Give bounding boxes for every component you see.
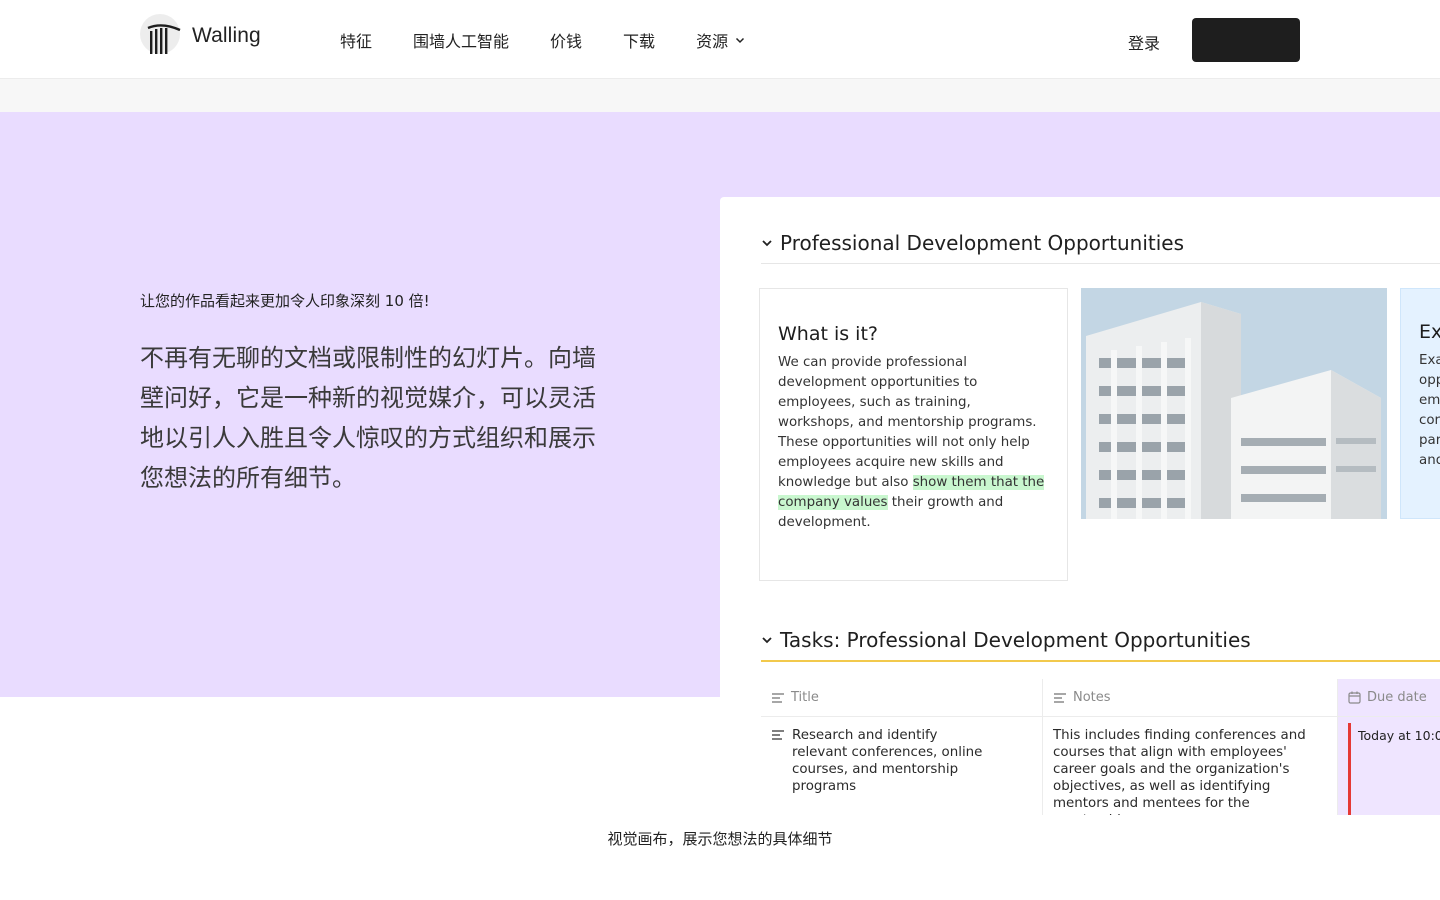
text-card[interactable]: What is it? We can provide professional … [759,288,1068,581]
column-label: Due date [1367,690,1427,705]
login-link[interactable]: 登录 [1128,30,1160,54]
text-lines-icon [771,729,785,815]
walling-logo-icon [140,14,184,58]
column-header-due-date[interactable]: Due date [1338,679,1440,716]
canvas-caption: 视觉画布，展示您想法的具体细节 [607,830,833,848]
section-divider [761,660,1440,662]
card-heading: Ex [1419,321,1440,343]
card-body: We can provide professional development … [778,353,1049,533]
column-header-notes[interactable]: Notes [1043,679,1338,716]
column-header-title[interactable]: Title [761,679,1043,716]
cell-due-date[interactable]: Today at 10:00 [1338,717,1440,815]
nav-item-features[interactable]: 特征 [340,28,372,52]
nav-label: 下载 [623,32,656,51]
nav-item-pricing[interactable]: 价钱 [550,28,582,52]
column-label: Notes [1073,690,1111,705]
table-row[interactable]: Research and identify relevant conferenc… [761,717,1440,815]
nav-item-resources[interactable]: 资源 [696,28,746,52]
nav-label: 价钱 [550,32,583,51]
due-flag [1348,723,1351,815]
nav-label: 特征 [340,32,373,51]
hero-description: 不再有无聊的文档或限制性的幻灯片。向墙壁问好，它是一种新的视觉媒介，可以灵活地以… [140,344,596,492]
cell-text: Research and identify relevant conferenc… [792,728,983,794]
logo-text: Walling [192,24,261,47]
main-nav: 特征 围墙人工智能 价钱 下载 资源 [340,28,787,52]
chevron-down-icon[interactable] [760,236,774,250]
section-divider [761,263,1440,264]
column-label: Title [791,690,819,705]
site-header: Walling 特征 围墙人工智能 价钱 下载 资源 登录 [0,0,1440,79]
text-lines-icon [771,692,785,704]
section-header[interactable]: Tasks: Professional Development Opportun… [760,628,1251,652]
card-heading: What is it? [778,323,878,345]
section-title: Tasks: Professional Development Opportun… [780,628,1251,652]
chevron-down-icon [734,34,746,46]
nav-label: 资源 [696,32,729,51]
wall-canvas-preview: Professional Development Opportunities W… [720,197,1440,815]
table-header: Title Notes Due date [761,679,1440,717]
signup-button[interactable] [1192,18,1300,62]
card-body-line: opp [1419,373,1440,388]
nav-item-download[interactable]: 下载 [623,28,655,52]
task-table: Title Notes Due date Research and identi… [761,679,1440,815]
card-body-line: cor [1419,413,1440,428]
building-photo [1081,288,1387,519]
section-header[interactable]: Professional Development Opportunities [760,231,1184,255]
card-body-line: Exa [1419,353,1440,368]
hero-tagline: 让您的作品看起来更加令人印象深刻 10 倍! [140,292,430,310]
section-title: Professional Development Opportunities [780,231,1185,255]
due-date-value: Today at 10:00 [1348,723,1440,815]
cell-title[interactable]: Research and identify relevant conferenc… [761,717,1043,815]
brand-logo[interactable]: Walling [140,14,261,58]
calendar-icon [1348,691,1361,704]
card-body-line: and [1419,453,1440,468]
due-date-text: Today at 10:00 [1358,728,1440,743]
header-spacer [0,79,1440,112]
nav-item-walling-ai[interactable]: 围墙人工智能 [413,28,509,52]
building-image-card[interactable] [1081,288,1387,519]
card-body-text: We can provide professional development … [778,355,1037,490]
card-body-line: par [1419,433,1440,448]
cell-notes[interactable]: This includes finding conferences and co… [1043,717,1338,815]
nav-label: 围墙人工智能 [413,32,510,51]
example-card[interactable]: Ex Exa opp em cor par and [1400,288,1440,519]
chevron-down-icon[interactable] [760,633,774,647]
card-body-line: em [1419,393,1440,408]
text-lines-icon [1053,692,1067,704]
